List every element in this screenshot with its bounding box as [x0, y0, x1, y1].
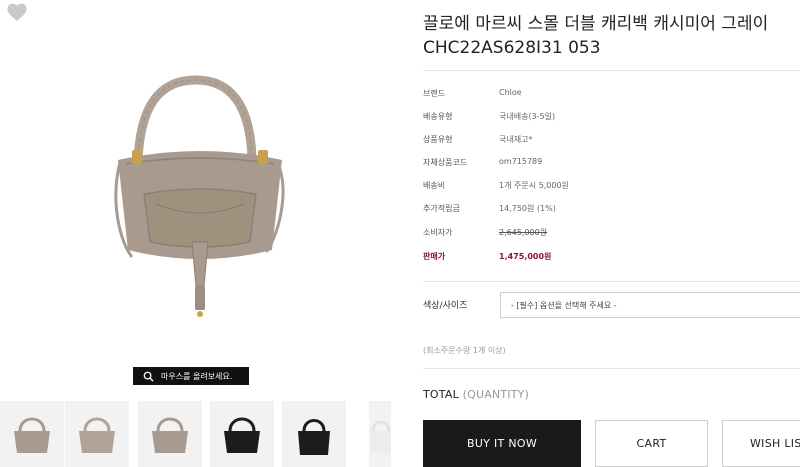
spec-value: om715789	[499, 157, 543, 166]
cart-button[interactable]: CART	[595, 420, 708, 467]
spec-value: 14,750원 (1%)	[499, 204, 556, 213]
heart-icon[interactable]	[6, 2, 28, 22]
total-label: TOTAL (QUANTITY)	[423, 388, 529, 401]
divider	[423, 70, 800, 71]
option-label: 색상/사이즈	[423, 301, 468, 311]
total-quantity: (QUANTITY)	[462, 388, 530, 401]
total-text: TOTAL	[423, 388, 459, 401]
thumbnail-black[interactable]	[210, 401, 274, 467]
zoom-hint-text: 마우스를 올려보세요.	[161, 371, 233, 381]
sale-price: 1,475,000원	[499, 252, 552, 261]
divider	[423, 281, 800, 282]
buy-now-button[interactable]: BUY IT NOW	[423, 420, 581, 467]
spec-product-code: 자체상품코드 om715789	[423, 157, 783, 171]
thumbnail-taupe[interactable]	[65, 401, 129, 467]
spec-value: 국내배송(3-5일)	[499, 112, 556, 121]
zoom-hint: 마우스를 올려보세요.	[133, 367, 249, 385]
spec-label: 자체상품코드	[423, 158, 468, 167]
spec-retail-price: 소비자가 2,645,000원	[423, 227, 783, 241]
spec-product-type: 상품유형 국내재고*	[423, 134, 783, 148]
spec-brand: 브랜드 Chloe	[423, 88, 783, 102]
divider	[423, 368, 800, 369]
product-main-image[interactable]	[100, 72, 300, 332]
spec-label: 판매가	[423, 252, 446, 261]
product-title: 끌로에 마르씨 스몰 더블 캐리백 캐시미어 그레이 CHC22AS628I31…	[423, 14, 769, 58]
spec-value: 국내재고*	[499, 135, 533, 144]
retail-price: 2,645,000원	[499, 228, 548, 237]
spec-shipping-fee: 배송비 1개 주문시 5,000원	[423, 180, 783, 194]
spec-label: 배송유형	[423, 112, 453, 121]
thumbnail-white[interactable]	[369, 401, 391, 467]
spec-label: 상품유형	[423, 135, 453, 144]
thumbnail-taupe[interactable]	[138, 401, 202, 467]
magnifier-icon	[143, 371, 154, 382]
spec-label: 배송비	[423, 181, 446, 190]
spec-label: 소비자가	[423, 228, 453, 237]
spec-value: Chloe	[499, 88, 522, 97]
spec-sale-price: 판매가 1,475,000원	[423, 251, 783, 265]
wish-list-button[interactable]: WISH LIST	[722, 420, 800, 467]
option-select[interactable]: - [필수] 옵션을 선택해 주세요 -	[500, 292, 800, 318]
spec-shipping-type: 배송유형 국내배송(3-5일)	[423, 111, 783, 125]
spec-label: 추가적립금	[423, 204, 460, 213]
spec-points: 추가적립금 14,750원 (1%)	[423, 203, 783, 217]
spec-label: 브랜드	[423, 89, 446, 98]
spec-value: 1개 주문시 5,000원	[499, 181, 569, 190]
thumbnail-black[interactable]	[282, 401, 346, 467]
min-order-note: (최소주문수량 1개 이상)	[423, 346, 506, 355]
thumbnail-taupe[interactable]	[0, 401, 64, 467]
